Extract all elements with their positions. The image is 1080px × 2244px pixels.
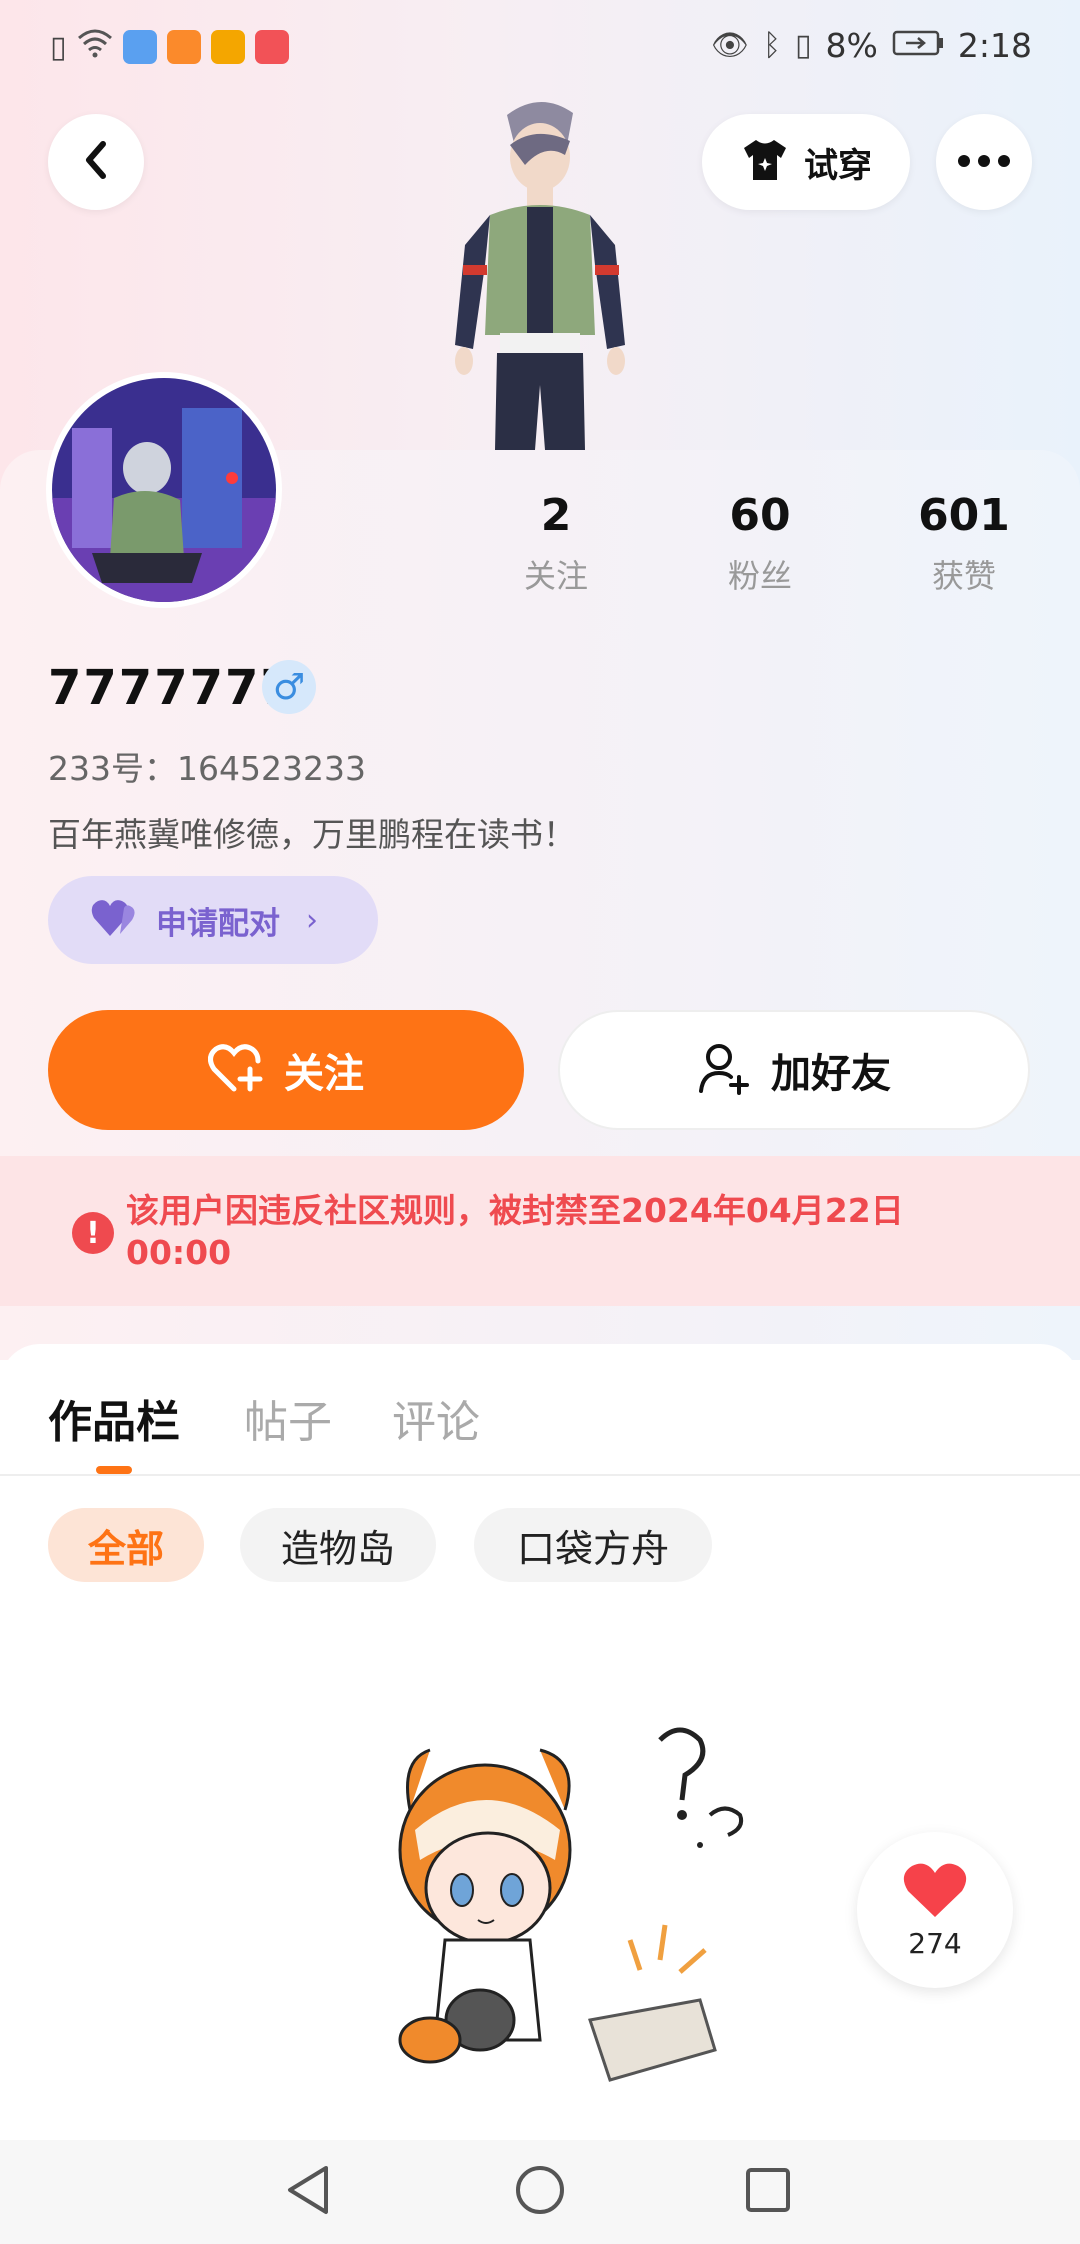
empty-state-illustration	[360, 1720, 780, 2110]
nav-home-button[interactable]	[508, 2160, 572, 2224]
following-label: 关注	[523, 557, 588, 595]
male-gender-icon: ♂	[262, 660, 316, 714]
request-pair-button[interactable]: 申请配对 ›	[48, 876, 378, 964]
app-notification-icon	[122, 30, 157, 64]
try-on-button[interactable]: 试穿	[702, 114, 910, 210]
followers-count: 60	[729, 490, 791, 541]
likes-label: 获赞	[931, 557, 996, 595]
tab-divider	[0, 1474, 1080, 1476]
request-pair-label: 申请配对	[156, 905, 280, 942]
circle-home-icon	[514, 2164, 566, 2220]
followers-stat[interactable]: 60 粉丝	[680, 490, 840, 597]
avatar[interactable]	[46, 372, 282, 608]
filter-all[interactable]: 全部	[48, 1508, 204, 1582]
bio: 百年燕冀唯修德，万里鹏程在读书！	[48, 815, 576, 854]
eye-comfort-icon: 👁	[710, 28, 750, 63]
status-bar: ▯ 👁 ᛒ ▯ 8% 2:18	[0, 0, 1080, 96]
likes-stat[interactable]: 601 获赞	[884, 490, 1044, 597]
status-left-icons: ▯	[50, 28, 289, 66]
tab-posts[interactable]: 帖子	[244, 1386, 332, 1450]
alert-icon: !	[72, 1212, 114, 1254]
ban-notice-text: 该用户因违反社区规则，被封禁至2024年04月22日 00:00	[126, 1191, 904, 1272]
nav-recents-button[interactable]	[736, 2160, 800, 2224]
wifi-icon	[77, 28, 113, 66]
likes-count: 601	[918, 490, 1010, 541]
followers-label: 粉丝	[727, 557, 792, 595]
battery-percent: 8%	[825, 26, 878, 65]
battery-icon	[892, 26, 944, 65]
follow-button[interactable]: 关注	[48, 1010, 524, 1130]
status-right: 👁 ᛒ ▯ 8% 2:18	[711, 26, 1032, 65]
vibrate-icon: ▯	[795, 28, 812, 63]
sim-alert-icon: ▯	[50, 29, 67, 65]
filter-pocket-ark[interactable]: 口袋方舟	[474, 1508, 712, 1582]
add-friend-label: 加好友	[771, 1051, 891, 1097]
active-tab-indicator	[96, 1466, 132, 1474]
add-friend-button[interactable]: 加好友	[558, 1010, 1030, 1130]
video-app-icon	[166, 30, 201, 64]
triangle-back-icon	[284, 2164, 332, 2220]
chevron-left-icon	[81, 138, 111, 186]
heart-icon	[902, 1861, 968, 1923]
app-notification-icon	[210, 30, 245, 64]
back-button[interactable]	[48, 114, 144, 210]
heart-plus-icon	[208, 1043, 264, 1097]
ban-notice-banner: ! 该用户因违反社区规则，被封禁至2024年04月22日 00:00	[0, 1156, 1080, 1306]
bluetooth-icon: ᛒ	[763, 28, 782, 63]
chevron-right-icon: ›	[306, 902, 318, 938]
heart-pair-icon	[90, 898, 140, 942]
following-count: 2	[540, 490, 572, 541]
nav-back-button[interactable]	[276, 2160, 340, 2224]
like-count: 274	[908, 1926, 962, 1960]
character-avatar-figure[interactable]	[445, 95, 635, 450]
tab-comments[interactable]: 评论	[392, 1386, 480, 1450]
clock: 2:18	[957, 26, 1032, 65]
huawei-app-icon	[254, 30, 289, 64]
square-recents-icon	[744, 2166, 792, 2218]
more-horizontal-icon	[957, 153, 1011, 172]
filter-creation-island[interactable]: 造物岛	[240, 1508, 436, 1582]
username: 7777777	[48, 660, 296, 716]
like-bubble-button[interactable]: 274	[857, 1832, 1013, 1988]
shirt-icon	[740, 138, 790, 186]
add-user-icon	[697, 1041, 751, 1099]
follow-label: 关注	[284, 1051, 364, 1097]
user-id[interactable]: 233号：164523233	[48, 742, 366, 790]
more-button[interactable]	[936, 114, 1032, 210]
system-navigation-bar	[0, 2140, 1080, 2244]
tab-works[interactable]: 作品栏	[48, 1386, 180, 1450]
try-on-label: 试穿	[804, 145, 872, 186]
following-stat[interactable]: 2 关注	[476, 490, 636, 597]
